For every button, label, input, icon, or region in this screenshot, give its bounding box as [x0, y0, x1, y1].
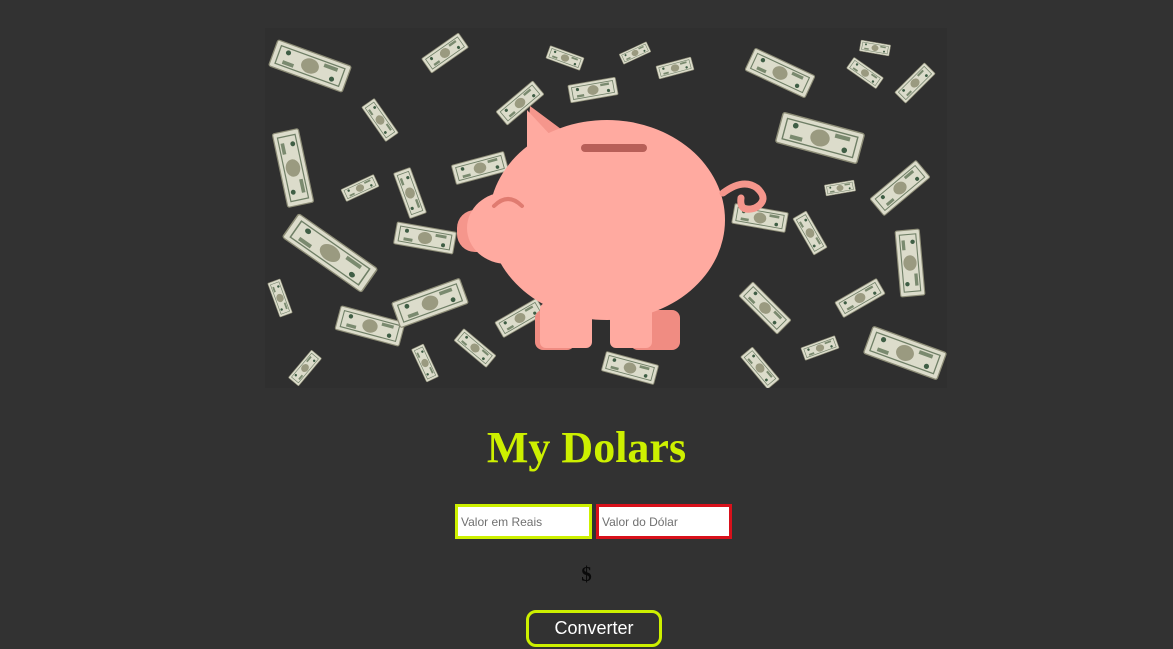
piggy-bank-icon — [457, 106, 767, 350]
real-value-input[interactable] — [455, 504, 592, 539]
conversion-result: $ — [581, 562, 592, 586]
page-title: My Dolars — [486, 423, 687, 472]
convert-button[interactable]: Converter — [526, 610, 662, 647]
dolar-value-input[interactable] — [596, 504, 732, 539]
hero-image — [265, 28, 947, 388]
